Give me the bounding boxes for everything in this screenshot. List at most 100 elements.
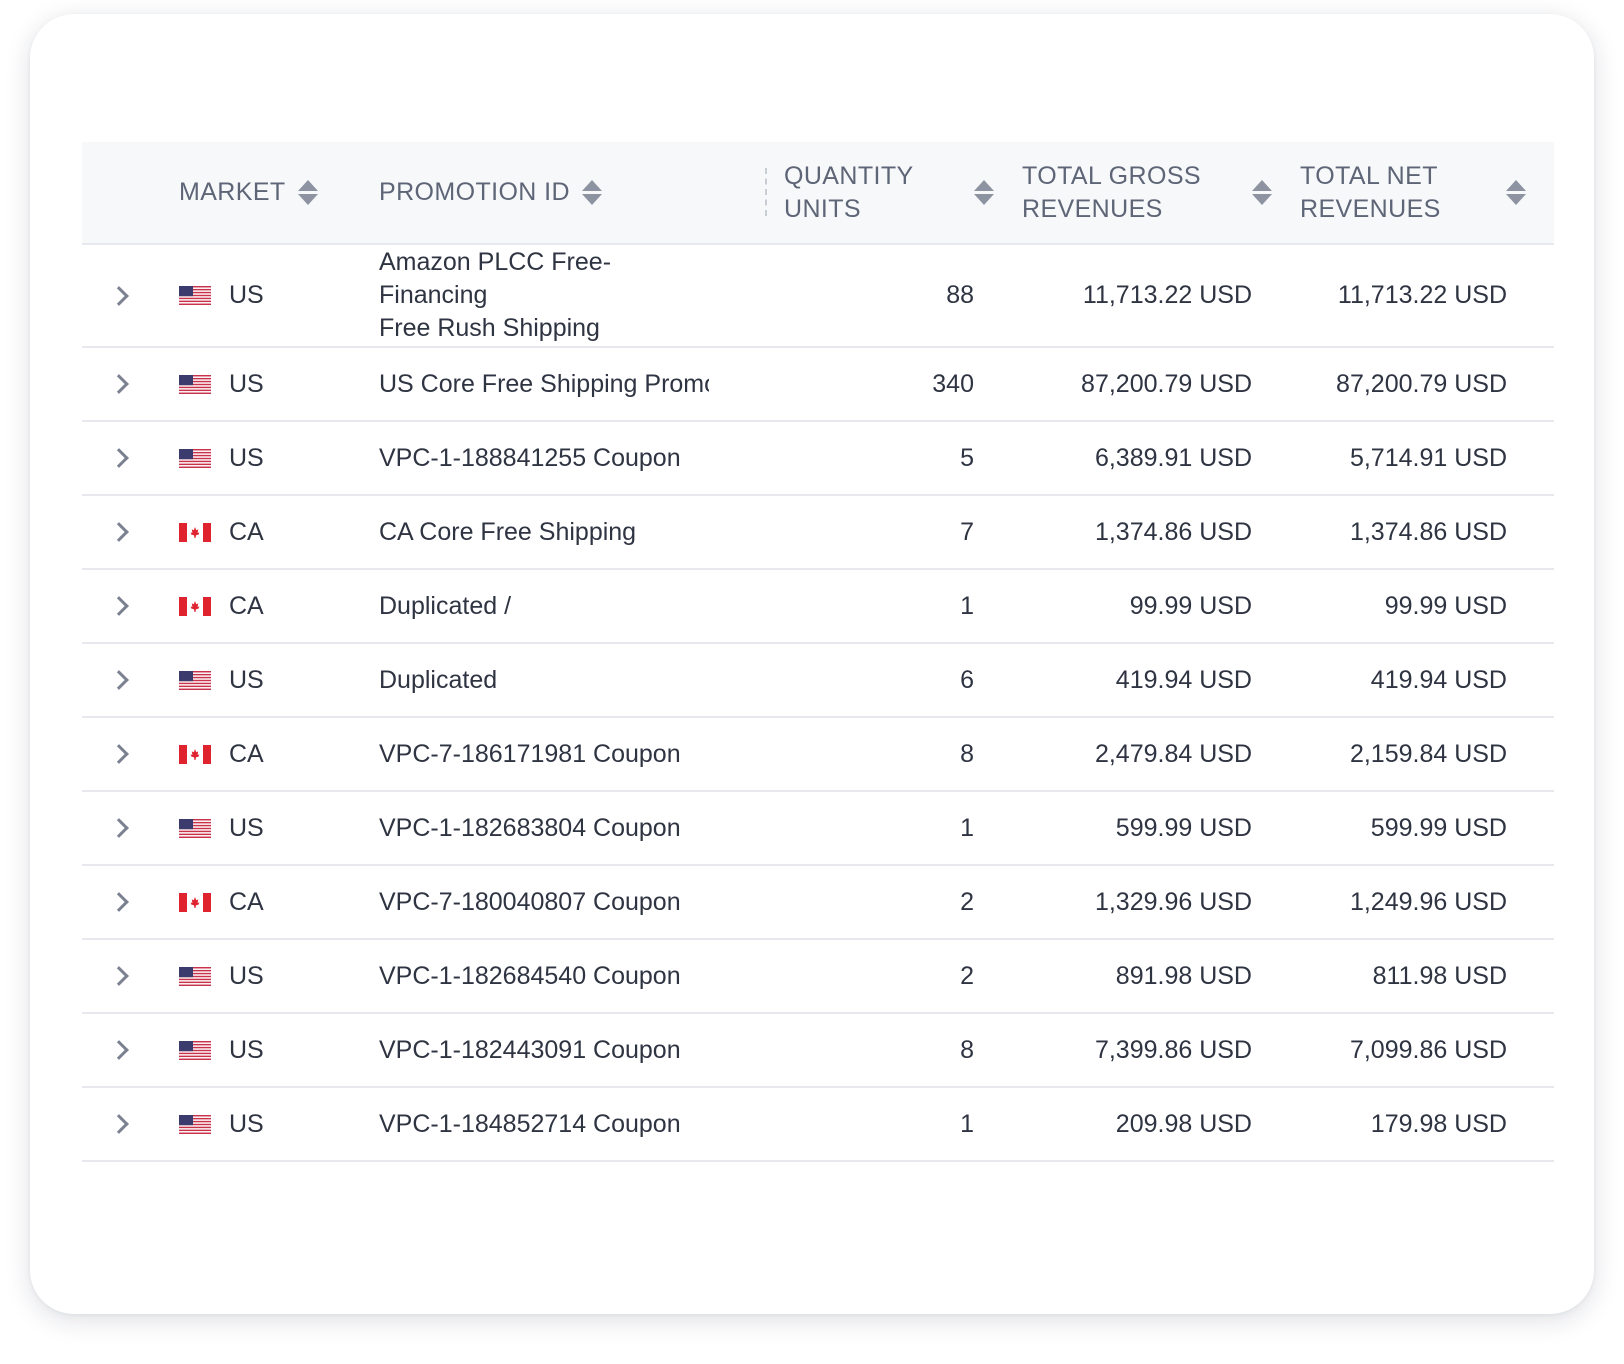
market-cell: US (179, 1088, 264, 1160)
market-code: CA (229, 591, 264, 620)
us-flag-icon (179, 966, 211, 986)
table-row[interactable]: CA VPC-7-186171981 Coupon 8 2,479.84 USD… (82, 718, 1554, 792)
expand-row-button[interactable] (109, 718, 142, 790)
total-net-revenues-value: 87,200.79 USD (1336, 369, 1507, 398)
gross-revenue-cell: 209.98 USD (1022, 1088, 1252, 1160)
market-cell: US (179, 422, 264, 494)
promotions-table: MARKET PROMOTION ID QUANTITY UNITS TOTAL … (82, 142, 1554, 1162)
net-revenue-cell: 1,374.86 USD (1300, 496, 1507, 568)
total-net-revenues-value: 2,159.84 USD (1349, 739, 1507, 768)
sort-icon[interactable] (1506, 180, 1526, 205)
expand-row-button[interactable] (109, 570, 142, 642)
market-header-label: MARKET (179, 178, 286, 206)
net-revenue-cell: 7,099.86 USD (1300, 1014, 1507, 1086)
quantity-header-label: QUANTITY UNITS (784, 161, 914, 223)
net-revenue-cell: 5,714.91 USD (1300, 422, 1507, 494)
total-net-revenues-column-header[interactable]: TOTAL NET REVENUES (1300, 142, 1526, 243)
table-row[interactable]: CA Duplicated / 1 99.99 USD 99.99 USD (82, 570, 1554, 644)
total-net-revenues-value: 99.99 USD (1384, 591, 1507, 620)
promotion-id-cell: VPC-1-184852714 Coupon (379, 1088, 709, 1160)
table-row[interactable]: US VPC-1-188841255 Coupon 5 6,389.91 USD… (82, 422, 1554, 496)
expand-row-button[interactable] (109, 348, 142, 420)
market-code: US (229, 813, 264, 842)
chevron-right-icon (109, 1114, 129, 1134)
column-resize-handle[interactable] (765, 168, 767, 216)
promotion-id-column-header[interactable]: PROMOTION ID (379, 142, 602, 243)
total-gross-revenues-value: 87,200.79 USD (1081, 369, 1252, 398)
table-row[interactable]: US Amazon PLCC Free-Financing Free Rush S… (82, 245, 1554, 348)
us-flag-icon (179, 670, 211, 690)
table-row[interactable]: US VPC-1-184852714 Coupon 1 209.98 USD 1… (82, 1088, 1554, 1162)
table-row[interactable]: US Duplicated 6 419.94 USD 419.94 USD (82, 644, 1554, 718)
chevron-right-icon (109, 966, 129, 986)
total-net-revenues-value: 811.98 USD (1372, 961, 1507, 990)
ca-flag-icon (179, 596, 211, 616)
promotion-id-cell: US Core Free Shipping Promo (379, 348, 709, 420)
expand-row-button[interactable] (109, 496, 142, 568)
total-net-revenues-value: 5,714.91 USD (1349, 443, 1507, 472)
quantity-cell: 5 (784, 422, 974, 494)
market-column-header[interactable]: MARKET (179, 142, 318, 243)
table-row[interactable]: US VPC-1-182443091 Coupon 8 7,399.86 USD… (82, 1014, 1554, 1088)
table-row[interactable]: US US Core Free Shipping Promo 340 87,20… (82, 348, 1554, 422)
total-gross-revenues-value: 209.98 USD (1115, 1109, 1252, 1138)
sort-icon[interactable] (581, 180, 602, 205)
promotion-id-cell: VPC-1-182443091 Coupon (379, 1014, 709, 1086)
expand-row-button[interactable] (109, 1014, 142, 1086)
net-revenue-cell: 179.98 USD (1300, 1088, 1507, 1160)
sort-icon[interactable] (297, 180, 318, 205)
table-row[interactable]: CA CA Core Free Shipping 7 1,374.86 USD … (82, 496, 1554, 570)
total-gross-revenues-value: 419.94 USD (1115, 665, 1252, 694)
chevron-right-icon (109, 818, 129, 838)
quantity-column-header[interactable]: QUANTITY UNITS (784, 142, 994, 243)
total-gross-revenues-column-header[interactable]: TOTAL GROSS REVENUES (1022, 142, 1272, 243)
table-row[interactable]: US VPC-1-182684540 Coupon 2 891.98 USD 8… (82, 940, 1554, 1014)
expand-row-button[interactable] (109, 422, 142, 494)
quantity-units-value: 6 (960, 665, 974, 694)
chevron-right-icon (109, 892, 129, 912)
gross-header-label: TOTAL GROSS REVENUES (1022, 161, 1201, 223)
chevron-right-icon (109, 374, 129, 394)
us-flag-icon (179, 286, 211, 305)
promotion-id-cell: Duplicated / (379, 570, 709, 642)
market-cell: US (179, 644, 264, 716)
net-header-label: TOTAL NET REVENUES (1300, 161, 1441, 223)
promotion-id-cell: VPC-7-180040807 Coupon (379, 866, 709, 938)
sort-icon[interactable] (1252, 180, 1272, 205)
us-flag-icon (179, 1040, 211, 1060)
table-row[interactable]: US VPC-1-182683804 Coupon 1 599.99 USD 5… (82, 792, 1554, 866)
market-code: US (229, 443, 264, 472)
promotion-id: VPC-1-182683804 Coupon (379, 813, 681, 842)
chevron-right-icon (109, 596, 129, 616)
quantity-cell: 1 (784, 792, 974, 864)
quantity-units-value: 2 (960, 887, 974, 916)
total-gross-revenues-value: 1,374.86 USD (1094, 517, 1252, 546)
chevron-right-icon (109, 285, 129, 306)
us-flag-icon (179, 1114, 211, 1134)
total-net-revenues-value: 1,249.96 USD (1349, 887, 1507, 916)
chevron-right-icon (109, 744, 129, 764)
quantity-units-value: 8 (960, 739, 974, 768)
total-gross-revenues-value: 99.99 USD (1129, 591, 1252, 620)
promotion-id-cell: VPC-1-182684540 Coupon (379, 940, 709, 1012)
expand-row-button[interactable] (109, 940, 142, 1012)
expand-row-button[interactable] (109, 792, 142, 864)
sort-icon[interactable] (974, 180, 994, 205)
expand-row-button[interactable] (109, 866, 142, 938)
quantity-cell: 2 (784, 940, 974, 1012)
total-gross-revenues-value: 2,479.84 USD (1094, 739, 1252, 768)
market-code: CA (229, 739, 264, 768)
market-cell: US (179, 940, 264, 1012)
promotion-id: CA Core Free Shipping (379, 517, 637, 546)
promotion-id-header-label: PROMOTION ID (379, 178, 570, 206)
expand-row-button[interactable] (109, 245, 142, 346)
table-header: MARKET PROMOTION ID QUANTITY UNITS TOTAL … (82, 142, 1554, 245)
gross-revenue-cell: 99.99 USD (1022, 570, 1252, 642)
total-gross-revenues-value: 6,389.91 USD (1094, 443, 1252, 472)
promotion-id: VPC-1-182443091 Coupon (379, 1035, 681, 1064)
expand-row-button[interactable] (109, 1088, 142, 1160)
table-row[interactable]: CA VPC-7-180040807 Coupon 2 1,329.96 USD… (82, 866, 1554, 940)
promotion-id-cell: Amazon PLCC Free-Financing Free Rush Ship… (379, 245, 709, 346)
market-cell: CA (179, 496, 264, 568)
expand-row-button[interactable] (109, 644, 142, 716)
